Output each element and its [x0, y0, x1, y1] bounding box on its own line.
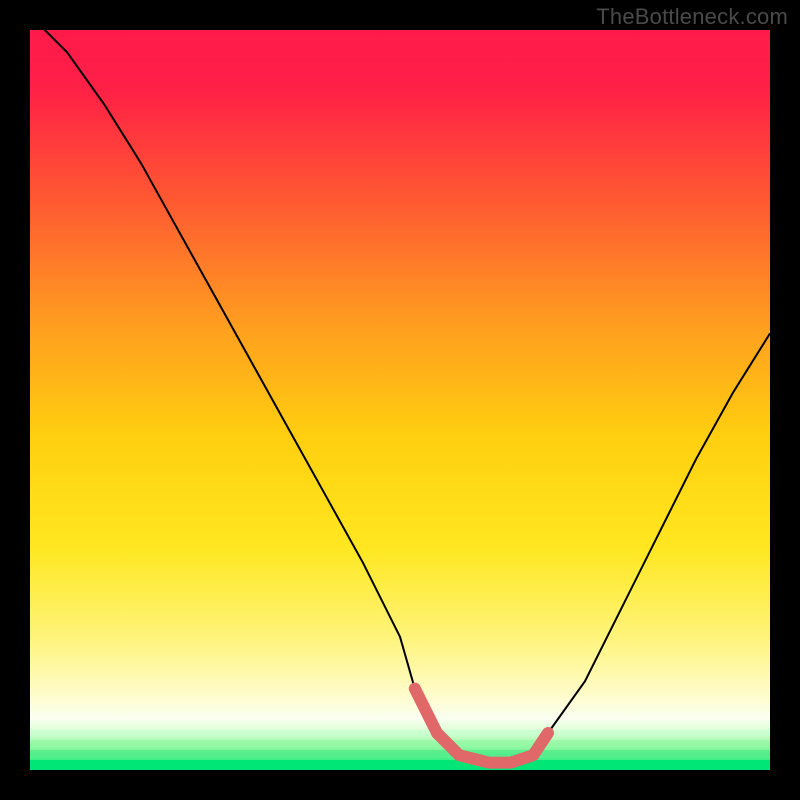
chart-area: [30, 30, 770, 770]
curve-highlight: [415, 689, 548, 763]
chart-lines: [30, 30, 770, 770]
bottleneck-curve: [30, 30, 770, 763]
watermark-text: TheBottleneck.com: [596, 4, 788, 30]
